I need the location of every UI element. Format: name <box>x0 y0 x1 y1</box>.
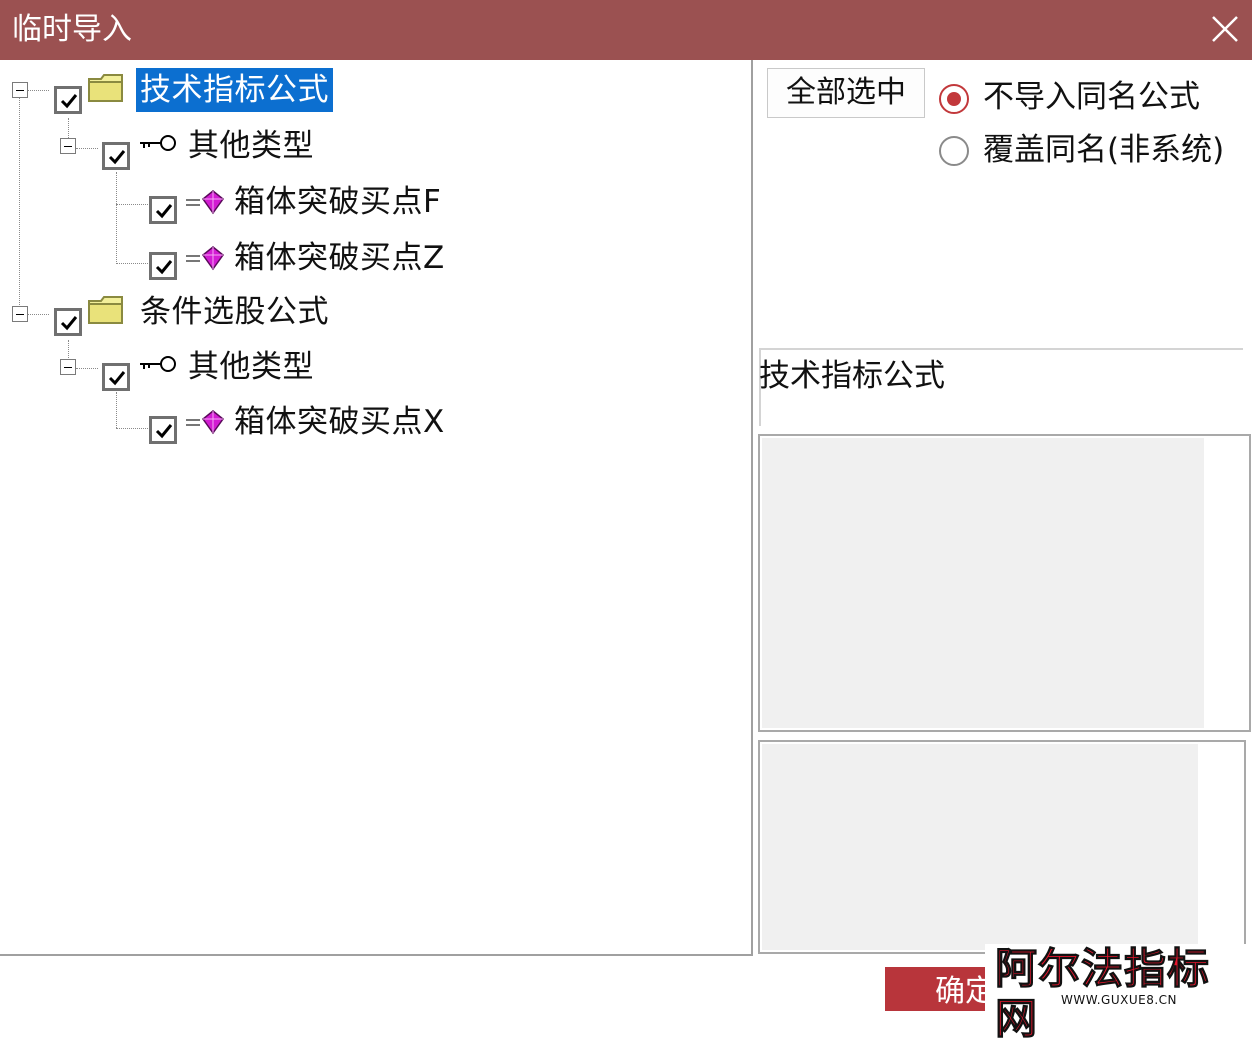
tree-node[interactable]: 箱体突破买点X <box>0 400 470 444</box>
radio-no-import-label[interactable]: 不导入同名公式 <box>983 77 1200 117</box>
checkbox[interactable] <box>102 363 130 391</box>
description-box[interactable] <box>758 434 1251 732</box>
key-icon <box>140 135 176 151</box>
checkbox[interactable] <box>102 142 130 170</box>
close-button[interactable] <box>1198 0 1252 60</box>
formula-gem-icon <box>186 410 225 435</box>
radio-overwrite[interactable] <box>939 136 969 166</box>
detail-box[interactable] <box>758 740 1246 954</box>
window-title: 临时导入 <box>12 12 132 47</box>
collapse-icon[interactable] <box>60 138 76 154</box>
tree-node-label: 其他类型 <box>188 349 314 385</box>
tree-node-label: 箱体突破买点X <box>234 404 445 440</box>
tree-node-label: 其他类型 <box>188 128 314 164</box>
tree-node[interactable]: 其他类型 <box>0 345 360 391</box>
tree-node[interactable]: 条件选股公式 <box>0 290 360 336</box>
selected-formula-name: 技术指标公式 <box>759 358 945 394</box>
radio-overwrite-label[interactable]: 覆盖同名(非系统) <box>983 130 1224 170</box>
options-panel: 全部选中 不导入同名公式 覆盖同名(非系统) 技术指标公式 <box>753 60 1252 954</box>
select-all-button[interactable]: 全部选中 <box>767 68 925 118</box>
checkbox[interactable] <box>149 416 177 444</box>
collapse-icon[interactable] <box>60 359 76 375</box>
tree-node-label[interactable]: 技术指标公式 <box>136 68 333 112</box>
folder-icon <box>88 296 123 324</box>
key-icon <box>140 356 176 372</box>
formula-tree[interactable]: 技术指标公式 其他类型 箱体突破买点F 箱体突破买点Z 条件选股公式 其他类型 … <box>0 60 753 956</box>
title-bar: 临时导入 <box>0 0 1252 60</box>
checkbox[interactable] <box>54 308 82 336</box>
tree-node-label: 条件选股公式 <box>140 294 329 330</box>
checkbox[interactable] <box>149 252 177 280</box>
checkbox[interactable] <box>149 196 177 224</box>
formula-gem-icon <box>186 190 225 215</box>
collapse-icon[interactable] <box>12 306 28 322</box>
detail-content <box>762 744 1198 950</box>
tree-node[interactable]: 箱体突破买点F <box>0 180 470 224</box>
tree-node[interactable]: 其他类型 <box>0 124 360 170</box>
info-divider <box>759 348 1243 350</box>
close-icon <box>1212 16 1238 42</box>
collapse-icon[interactable] <box>12 82 28 98</box>
description-content <box>762 438 1204 728</box>
radio-no-import[interactable] <box>939 84 969 114</box>
tree-node[interactable]: 箱体突破买点Z <box>0 236 470 280</box>
tree-node-label: 箱体突破买点Z <box>234 240 445 276</box>
tree-node-label: 箱体突破买点F <box>234 184 442 220</box>
watermark: 阿尔法指标网 WWW.GUXUE8.CN <box>985 944 1247 1044</box>
folder-icon <box>88 74 123 102</box>
checkbox[interactable] <box>54 86 82 114</box>
tree-node[interactable]: 技术指标公式 <box>0 68 360 114</box>
formula-gem-icon <box>186 246 225 271</box>
watermark-url: WWW.GUXUE8.CN <box>1061 993 1178 1007</box>
